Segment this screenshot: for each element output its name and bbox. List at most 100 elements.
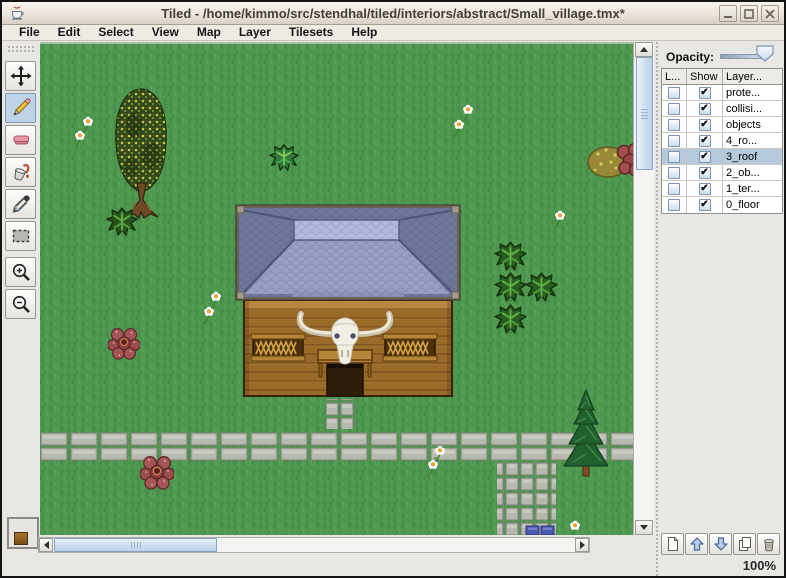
scroll-down-button[interactable] [635,520,653,535]
layer-row[interactable]: ✔ collisi... [662,101,782,117]
house-roof [236,205,460,300]
rect-select-tool-button[interactable] [5,221,36,251]
menu-select[interactable]: Select [89,25,142,40]
menu-layer[interactable]: Layer [230,25,280,40]
zoom-out-icon [10,293,32,315]
house-wall [244,300,452,396]
eraser-tool-button[interactable] [5,125,36,155]
layer-name[interactable]: objects [723,117,782,132]
show-checkbox[interactable]: ✔ [699,87,711,99]
scroll-up-button[interactable] [635,42,653,57]
lock-checkbox[interactable] [668,183,680,195]
right-arrow-icon [580,541,585,549]
zoom-level-label: 100% [743,558,776,573]
layer-name[interactable]: 0_floor [723,197,782,213]
layer-name[interactable]: prote... [723,85,782,100]
menu-tilesets[interactable]: Tilesets [280,25,342,40]
lock-checkbox[interactable] [668,167,680,179]
move-tool-button[interactable] [5,61,36,91]
eyedropper-tool-button[interactable] [5,189,36,219]
minimize-button[interactable] [719,5,737,22]
window-title: Tiled - /home/kimmo/src/stendhal/tiled/i… [2,6,784,21]
brush-tile [14,532,28,545]
zoom-in-icon [10,261,32,283]
down-arrow-icon [640,525,648,530]
maximize-icon [744,9,754,19]
scroll-left-button[interactable] [39,538,53,552]
column-layer[interactable]: Layer... [723,69,782,84]
layer-row-selected[interactable]: ✔ 3_roof [662,149,782,165]
house [236,205,460,396]
layer-table-header: L... Show Layer... [662,69,782,85]
horizontal-scrollbar[interactable] [38,537,590,553]
brush-preview [7,517,39,549]
toolbar-grip[interactable] [7,45,34,54]
arrow-up-icon [689,536,705,552]
layers-panel: Opacity: L... Show Layer... ✔ prote... ✔… [660,41,784,576]
menu-map[interactable]: Map [188,25,230,40]
opacity-slider-thumb[interactable] [756,45,774,62]
layer-row[interactable]: ✔ prote... [662,85,782,101]
map-canvas[interactable] [40,42,633,535]
layer-row[interactable]: ✔ 4_ro... [662,133,782,149]
horizontal-scroll-thumb[interactable] [54,538,217,552]
close-button[interactable] [761,5,779,22]
layer-name[interactable]: 2_ob... [723,165,782,180]
fill-tool-button[interactable] [5,157,36,187]
vertical-scrollbar[interactable] [633,42,654,535]
show-checkbox[interactable]: ✔ [699,183,711,195]
layer-name[interactable]: collisi... [723,101,782,116]
layer-row[interactable]: ✔ 2_ob... [662,165,782,181]
lock-checkbox[interactable] [668,199,680,211]
tiled-window: Tiled - /home/kimmo/src/stendhal/tiled/i… [0,0,786,578]
menu-edit[interactable]: Edit [49,25,90,40]
vertical-scroll-thumb[interactable] [636,57,653,170]
titlebar[interactable]: Tiled - /home/kimmo/src/stendhal/tiled/i… [2,2,784,25]
layer-name[interactable]: 3_roof [723,149,782,164]
show-checkbox[interactable]: ✔ [699,151,711,163]
maximize-button[interactable] [740,5,758,22]
show-checkbox[interactable]: ✔ [699,135,711,147]
layer-table: L... Show Layer... ✔ prote... ✔ collisi.… [661,68,783,214]
lock-checkbox[interactable] [668,87,680,99]
move-icon [10,65,32,87]
draw-tool-button[interactable] [5,93,36,123]
menu-help[interactable]: Help [342,25,386,40]
layer-row[interactable]: ✔ 0_floor [662,197,782,213]
eraser-icon [10,129,32,151]
show-checkbox[interactable]: ✔ [699,103,711,115]
lock-checkbox[interactable] [668,103,680,115]
duplicate-layer-button[interactable] [733,533,756,555]
show-checkbox[interactable]: ✔ [699,167,711,179]
move-layer-down-button[interactable] [709,533,732,555]
layer-name[interactable]: 1_ter... [723,181,782,196]
app-icon [9,5,25,21]
layer-row[interactable]: ✔ 1_ter... [662,181,782,197]
new-layer-button[interactable] [661,533,684,555]
layer-toolbar [661,533,780,555]
show-checkbox[interactable]: ✔ [699,119,711,131]
column-lock[interactable]: L... [662,69,687,84]
left-arrow-icon [44,541,49,549]
lock-checkbox[interactable] [668,151,680,163]
column-show[interactable]: Show [687,69,723,84]
pencil-icon [10,97,32,119]
menu-file[interactable]: File [10,25,49,40]
window-left [251,334,305,361]
move-layer-up-button[interactable] [685,533,708,555]
layer-row[interactable]: ✔ objects [662,117,782,133]
delete-layer-button[interactable] [757,533,780,555]
fill-bucket-icon [10,161,32,183]
marquee-icon [10,225,32,247]
zoom-out-tool-button[interactable] [5,289,36,319]
scroll-right-button[interactable] [575,538,589,552]
menubar: File Edit Select View Map Layer Tilesets… [2,25,784,41]
opacity-label: Opacity: [666,50,714,64]
layer-name[interactable]: 4_ro... [723,133,782,148]
show-checkbox[interactable]: ✔ [699,199,711,211]
lock-checkbox[interactable] [668,135,680,147]
close-icon [765,9,775,19]
zoom-in-tool-button[interactable] [5,257,36,287]
lock-checkbox[interactable] [668,119,680,131]
menu-view[interactable]: View [143,25,188,40]
